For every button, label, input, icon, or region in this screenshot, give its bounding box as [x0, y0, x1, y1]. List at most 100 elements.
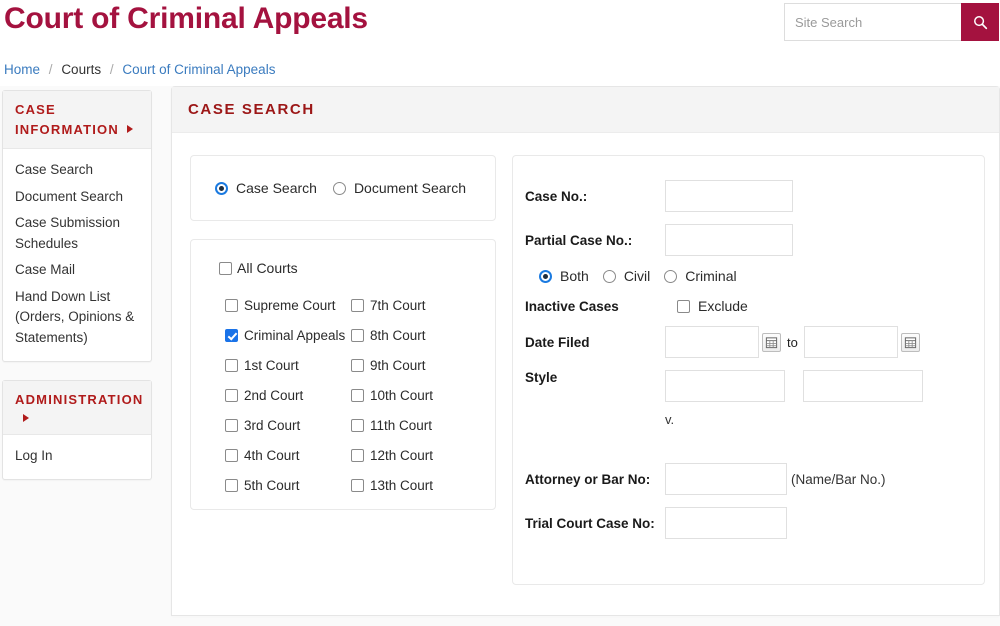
- courts-grid: Supreme Court 7th Court Criminal Appeals: [205, 298, 481, 493]
- checkbox-13th-court-label: 13th Court: [370, 478, 434, 493]
- field-row-partial-case-no: Partial Case No.:: [525, 224, 968, 256]
- content-body: Case Search Document Search All Courts S…: [172, 133, 999, 585]
- checkbox-criminal-appeals[interactable]: [225, 329, 238, 342]
- attorney-label: Attorney or Bar No:: [525, 471, 651, 487]
- sidebar-item-document-search[interactable]: Document Search: [3, 184, 151, 211]
- site-search: [784, 3, 999, 41]
- site-search-button[interactable]: [961, 3, 999, 41]
- style-label: Style: [525, 370, 558, 385]
- checkbox-7th-court[interactable]: [351, 299, 364, 312]
- partial-case-no-input[interactable]: [665, 224, 793, 256]
- checkbox-3rd-court[interactable]: [225, 419, 238, 432]
- breadcrumb-item-current[interactable]: Court of Criminal Appeals: [122, 62, 275, 77]
- checkbox-2nd-court-label: 2nd Court: [244, 388, 304, 403]
- sidebar-item-hand-down-list[interactable]: Hand Down List (Orders, Opinions & State…: [3, 284, 151, 352]
- date-filed-from-calendar-button[interactable]: [762, 332, 781, 352]
- date-filed-label: Date Filed: [525, 334, 590, 350]
- case-no-label: Case No.:: [525, 188, 588, 204]
- sidebar-section-header[interactable]: CASE INFORMATION: [3, 91, 151, 150]
- checkbox-9th-court[interactable]: [351, 359, 364, 372]
- triangle-right-icon: [23, 413, 29, 422]
- calendar-icon: [904, 336, 916, 348]
- checkbox-row-5th-court: 5th Court: [225, 478, 351, 493]
- checkbox-exclude-label: Exclude: [698, 298, 748, 314]
- sidebar-section-case-information: CASE INFORMATION Case Search Document Se…: [2, 90, 152, 363]
- field-row-date-filed: Date Filed to: [525, 326, 968, 358]
- search-mode-options: Case Search Document Search: [205, 180, 481, 196]
- sidebar-item-case-search[interactable]: Case Search: [3, 157, 151, 184]
- left-column: Case Search Document Search All Courts S…: [190, 155, 496, 585]
- checkbox-row-criminal-appeals: Criminal Appeals: [225, 328, 351, 343]
- radio-both-label: Both: [560, 268, 589, 284]
- breadcrumb-separator: /: [109, 62, 114, 77]
- courts-panel: All Courts Supreme Court 7th Court Crimi…: [190, 239, 496, 510]
- content-header: CASE SEARCH: [172, 87, 999, 133]
- page-layout: CASE INFORMATION Case Search Document Se…: [0, 86, 1000, 626]
- field-row-style: Style: [525, 370, 968, 402]
- case-search-form: Case No.: Partial Case No.: Both Civil C…: [512, 155, 985, 585]
- radio-document-search-label: Document Search: [353, 180, 466, 196]
- sidebar-links: Case Search Document Search Case Submiss…: [3, 149, 151, 361]
- checkbox-row-7th-court: 7th Court: [351, 298, 481, 313]
- radio-case-search[interactable]: [215, 181, 228, 195]
- partial-case-no-label: Partial Case No.:: [525, 232, 633, 248]
- checkbox-1st-court[interactable]: [225, 359, 238, 372]
- page-header: Court of Criminal Appeals: [0, 0, 1000, 58]
- sidebar-item-case-mail[interactable]: Case Mail: [3, 257, 151, 284]
- checkbox-10th-court[interactable]: [351, 389, 364, 402]
- checkbox-row-13th-court: 13th Court: [351, 478, 481, 493]
- checkbox-11th-court[interactable]: [351, 419, 364, 432]
- case-no-input[interactable]: [665, 180, 793, 212]
- sidebar-item-log-in[interactable]: Log In: [3, 443, 151, 470]
- site-title: Court of Criminal Appeals: [4, 2, 368, 35]
- checkbox-2nd-court[interactable]: [225, 389, 238, 402]
- checkbox-10th-court-label: 10th Court: [370, 388, 434, 403]
- radio-criminal-label: Criminal: [685, 268, 737, 284]
- checkbox-7th-court-label: 7th Court: [370, 298, 426, 313]
- sidebar-item-case-submission-schedules[interactable]: Case Submission Schedules: [3, 210, 151, 257]
- checkbox-4th-court[interactable]: [225, 449, 238, 462]
- checkbox-5th-court[interactable]: [225, 479, 238, 492]
- checkbox-supreme-court[interactable]: [225, 299, 238, 312]
- breadcrumb-separator: /: [48, 62, 53, 77]
- style-party1-input[interactable]: [665, 370, 785, 402]
- checkbox-criminal-appeals-label: Criminal Appeals: [244, 328, 346, 343]
- radio-case-search-label: Case Search: [236, 180, 317, 196]
- inactive-cases-label: Inactive Cases: [525, 298, 619, 314]
- date-filed-to-input[interactable]: [803, 326, 898, 358]
- style-party2-input[interactable]: [803, 370, 923, 402]
- checkbox-all-courts[interactable]: [219, 261, 232, 275]
- versus-label: v.: [665, 412, 675, 427]
- radio-criminal[interactable]: [664, 269, 678, 283]
- sidebar-section-header[interactable]: ADMINISTRATION: [3, 381, 151, 435]
- radio-document-search[interactable]: [332, 181, 346, 195]
- checkbox-11th-court-label: 11th Court: [370, 418, 433, 433]
- checkbox-row-12th-court: 12th Court: [351, 448, 481, 463]
- trial-court-case-no-input[interactable]: [665, 507, 787, 539]
- radio-both[interactable]: [539, 269, 552, 283]
- checkbox-3rd-court-label: 3rd Court: [244, 418, 301, 433]
- checkbox-row-4th-court: 4th Court: [225, 448, 351, 463]
- checkbox-12th-court[interactable]: [351, 449, 364, 462]
- checkbox-12th-court-label: 12th Court: [370, 448, 434, 463]
- date-filed-from-input[interactable]: [665, 326, 759, 358]
- main-content: CASE SEARCH Case Search Document Search: [171, 86, 1000, 616]
- triangle-right-icon: [126, 125, 133, 134]
- checkbox-13th-court[interactable]: [351, 479, 364, 492]
- checkbox-row-8th-court: 8th Court: [351, 328, 481, 343]
- right-column: Case No.: Partial Case No.: Both Civil C…: [512, 155, 985, 585]
- checkbox-row-2nd-court: 2nd Court: [225, 388, 351, 403]
- checkbox-1st-court-label: 1st Court: [244, 358, 299, 373]
- trial-court-case-no-label: Trial Court Case No:: [525, 515, 655, 531]
- site-search-input[interactable]: [784, 3, 961, 41]
- checkbox-8th-court[interactable]: [351, 329, 364, 342]
- search-mode-panel: Case Search Document Search: [190, 155, 496, 221]
- checkbox-exclude-inactive[interactable]: [677, 299, 690, 313]
- breadcrumb-item-home[interactable]: Home: [4, 62, 40, 77]
- attorney-input[interactable]: [665, 463, 787, 495]
- date-filed-to-calendar-button[interactable]: [900, 332, 920, 352]
- checkbox-8th-court-label: 8th Court: [370, 328, 426, 343]
- radio-civil[interactable]: [602, 269, 616, 283]
- search-icon: [973, 15, 987, 29]
- attorney-hint: (Name/Bar No.): [791, 471, 886, 487]
